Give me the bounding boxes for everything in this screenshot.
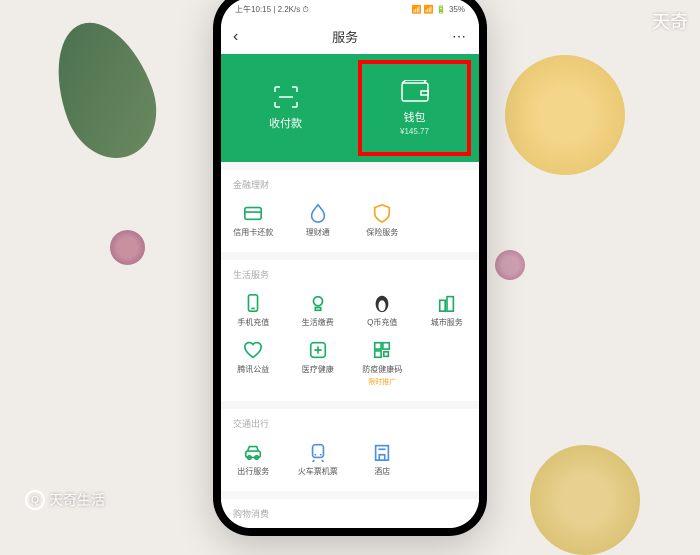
service-sublabel: 限时推广 bbox=[368, 377, 396, 387]
pay-receive-button[interactable]: 收付款 bbox=[221, 54, 350, 162]
section-title: 购物消费 bbox=[221, 507, 479, 526]
drop-icon bbox=[308, 203, 328, 223]
section: 生活服务手机充值 生活缴费 Q币充值 城市服务腾讯公益 医疗健康 防疫健康码限时推广 bbox=[221, 260, 479, 401]
page-title: 服务 bbox=[332, 27, 358, 46]
city-icon bbox=[437, 293, 457, 313]
service-item[interactable]: 防疫健康码限时推广 bbox=[350, 334, 415, 393]
service-label: 腾讯公益 bbox=[237, 364, 269, 375]
content-scroll[interactable]: 金融理财信用卡还款 理财通 保险服务生活服务手机充值 生活缴费 Q币充值 城市服务腾讯公益… bbox=[221, 162, 479, 528]
section: 购物消费 bbox=[221, 499, 479, 528]
scan-icon bbox=[272, 85, 300, 109]
more-button[interactable]: ⋯ bbox=[452, 28, 467, 45]
lamp-icon bbox=[308, 293, 328, 313]
service-label: 保险服务 bbox=[366, 227, 398, 238]
service-item[interactable]: 城市服务 bbox=[415, 287, 480, 334]
service-label: Q币充值 bbox=[367, 317, 397, 328]
service-grid: 手机充值 生活缴费 Q币充值 城市服务腾讯公益 医疗健康 防疫健康码限时推广 bbox=[221, 287, 479, 393]
service-item[interactable]: 酒店 bbox=[350, 436, 415, 483]
service-label: 城市服务 bbox=[431, 317, 463, 328]
service-grid: 出行服务 火车票机票 酒店 bbox=[221, 436, 479, 483]
tutorial-highlight bbox=[358, 60, 471, 156]
service-item[interactable]: 腾讯公益 bbox=[221, 334, 286, 393]
wallet-button[interactable]: 钱包 ¥145.77 bbox=[350, 54, 479, 162]
service-item[interactable]: 保险服务 bbox=[350, 197, 415, 244]
train-icon bbox=[308, 442, 328, 462]
service-label: 火车票机票 bbox=[298, 466, 338, 477]
service-item[interactable]: 信用卡还款 bbox=[221, 197, 286, 244]
hero-panel: 收付款 钱包 ¥145.77 bbox=[221, 54, 479, 162]
service-label: 信用卡还款 bbox=[233, 227, 273, 238]
service-label: 出行服务 bbox=[237, 466, 269, 477]
service-label: 医疗健康 bbox=[302, 364, 334, 375]
service-label: 生活缴费 bbox=[302, 317, 334, 328]
watermark-bottom: Q天奇生活 bbox=[25, 490, 105, 510]
service-item[interactable]: Q币充值 bbox=[350, 287, 415, 334]
heart-icon bbox=[243, 340, 263, 360]
nav-header: ‹ 服务 ⋯ bbox=[221, 20, 479, 54]
service-item[interactable]: 医疗健康 bbox=[286, 334, 351, 393]
phone-screen: 上午10:15 | 2.2K/s ⏱ 📶 📶 🔋35% ‹ 服务 ⋯ 收付款 钱… bbox=[221, 0, 479, 528]
service-item[interactable]: 出行服务 bbox=[221, 436, 286, 483]
service-item[interactable]: 理财通 bbox=[286, 197, 351, 244]
watermark-top: 天奇 bbox=[652, 8, 688, 34]
car-icon bbox=[243, 442, 263, 462]
section: 交通出行出行服务 火车票机票 酒店 bbox=[221, 409, 479, 491]
service-label: 理财通 bbox=[306, 227, 330, 238]
phone-icon bbox=[243, 293, 263, 313]
service-label: 防疫健康码 bbox=[362, 364, 402, 375]
phone-frame: 上午10:15 | 2.2K/s ⏱ 📶 📶 🔋35% ‹ 服务 ⋯ 收付款 钱… bbox=[213, 0, 487, 536]
penguin-icon bbox=[372, 293, 392, 313]
service-item[interactable]: 生活缴费 bbox=[286, 287, 351, 334]
service-label: 酒店 bbox=[374, 466, 390, 477]
hotel-icon bbox=[372, 442, 392, 462]
status-bar: 上午10:15 | 2.2K/s ⏱ 📶 📶 🔋35% bbox=[221, 0, 479, 20]
qr-icon bbox=[372, 340, 392, 360]
service-label: 手机充值 bbox=[237, 317, 269, 328]
back-button[interactable]: ‹ bbox=[233, 28, 238, 46]
medical-icon bbox=[308, 340, 328, 360]
section: 金融理财信用卡还款 理财通 保险服务 bbox=[221, 170, 479, 252]
section-title: 金融理财 bbox=[221, 178, 479, 197]
service-item[interactable]: 手机充值 bbox=[221, 287, 286, 334]
service-item[interactable]: 火车票机票 bbox=[286, 436, 351, 483]
section-title: 生活服务 bbox=[221, 268, 479, 287]
section-title: 交通出行 bbox=[221, 417, 479, 436]
shield-icon bbox=[372, 203, 392, 223]
credit-card-icon bbox=[243, 203, 263, 223]
service-grid: 信用卡还款 理财通 保险服务 bbox=[221, 197, 479, 244]
